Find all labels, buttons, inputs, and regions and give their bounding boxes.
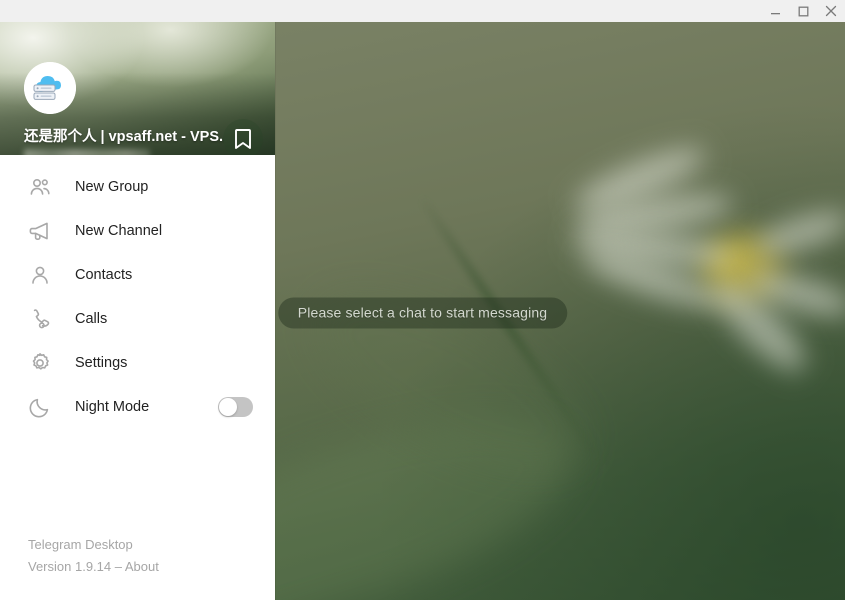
version-about-link[interactable]: Version 1.9.14 – About [28, 556, 275, 578]
menu-item-label: Calls [75, 311, 108, 327]
avatar[interactable] [24, 62, 76, 114]
main-menu-sidebar: 还是那个人 | vpsaff.net - VPS... New Group Ne… [0, 22, 275, 600]
person-icon [28, 263, 52, 287]
bookmark-icon [235, 129, 251, 149]
menu-list: New Group New Channel Contacts Calls Set… [0, 155, 275, 534]
close-button[interactable] [817, 0, 845, 22]
menu-item-new-channel[interactable]: New Channel [0, 209, 275, 253]
menu-item-new-group[interactable]: New Group [0, 165, 275, 209]
menu-item-calls[interactable]: Calls [0, 297, 275, 341]
moon-icon [28, 395, 52, 419]
window-titlebar [0, 0, 845, 22]
menu-item-night-mode[interactable]: Night Mode [0, 385, 275, 429]
menu-item-label: New Group [75, 179, 149, 195]
toggle-knob [219, 398, 237, 416]
night-mode-toggle[interactable] [218, 397, 253, 417]
menu-item-settings[interactable]: Settings [0, 341, 275, 385]
gear-icon [28, 351, 52, 375]
telegram-desktop-window: Please select a chat to start messaging [0, 0, 845, 600]
saved-messages-button[interactable] [223, 119, 263, 155]
megaphone-icon [28, 219, 52, 243]
close-icon [825, 5, 837, 17]
menu-item-label: Settings [75, 355, 128, 371]
menu-item-label: New Channel [75, 223, 163, 239]
app-name: Telegram Desktop [28, 537, 133, 552]
minimize-button[interactable] [761, 0, 789, 22]
maximize-button[interactable] [789, 0, 817, 22]
phone-icon [28, 307, 52, 331]
account-name[interactable]: 还是那个人 | vpsaff.net - VPS... [24, 125, 224, 145]
maximize-icon [798, 6, 808, 16]
account-phone-hidden [24, 149, 150, 155]
menu-item-contacts[interactable]: Contacts [0, 253, 275, 297]
cloud-server-icon [24, 62, 76, 114]
empty-chat-message: Please select a chat to start messaging [277, 297, 568, 329]
daisy-petal [749, 203, 845, 263]
sidebar-footer: Telegram Desktop Version 1.9.14 – About [0, 534, 275, 600]
group-icon [28, 175, 52, 199]
menu-item-label: Contacts [75, 267, 133, 283]
minimize-icon [770, 12, 780, 14]
menu-item-label: Night Mode [75, 399, 150, 415]
sidebar-header: 还是那个人 | vpsaff.net - VPS... [0, 22, 275, 155]
